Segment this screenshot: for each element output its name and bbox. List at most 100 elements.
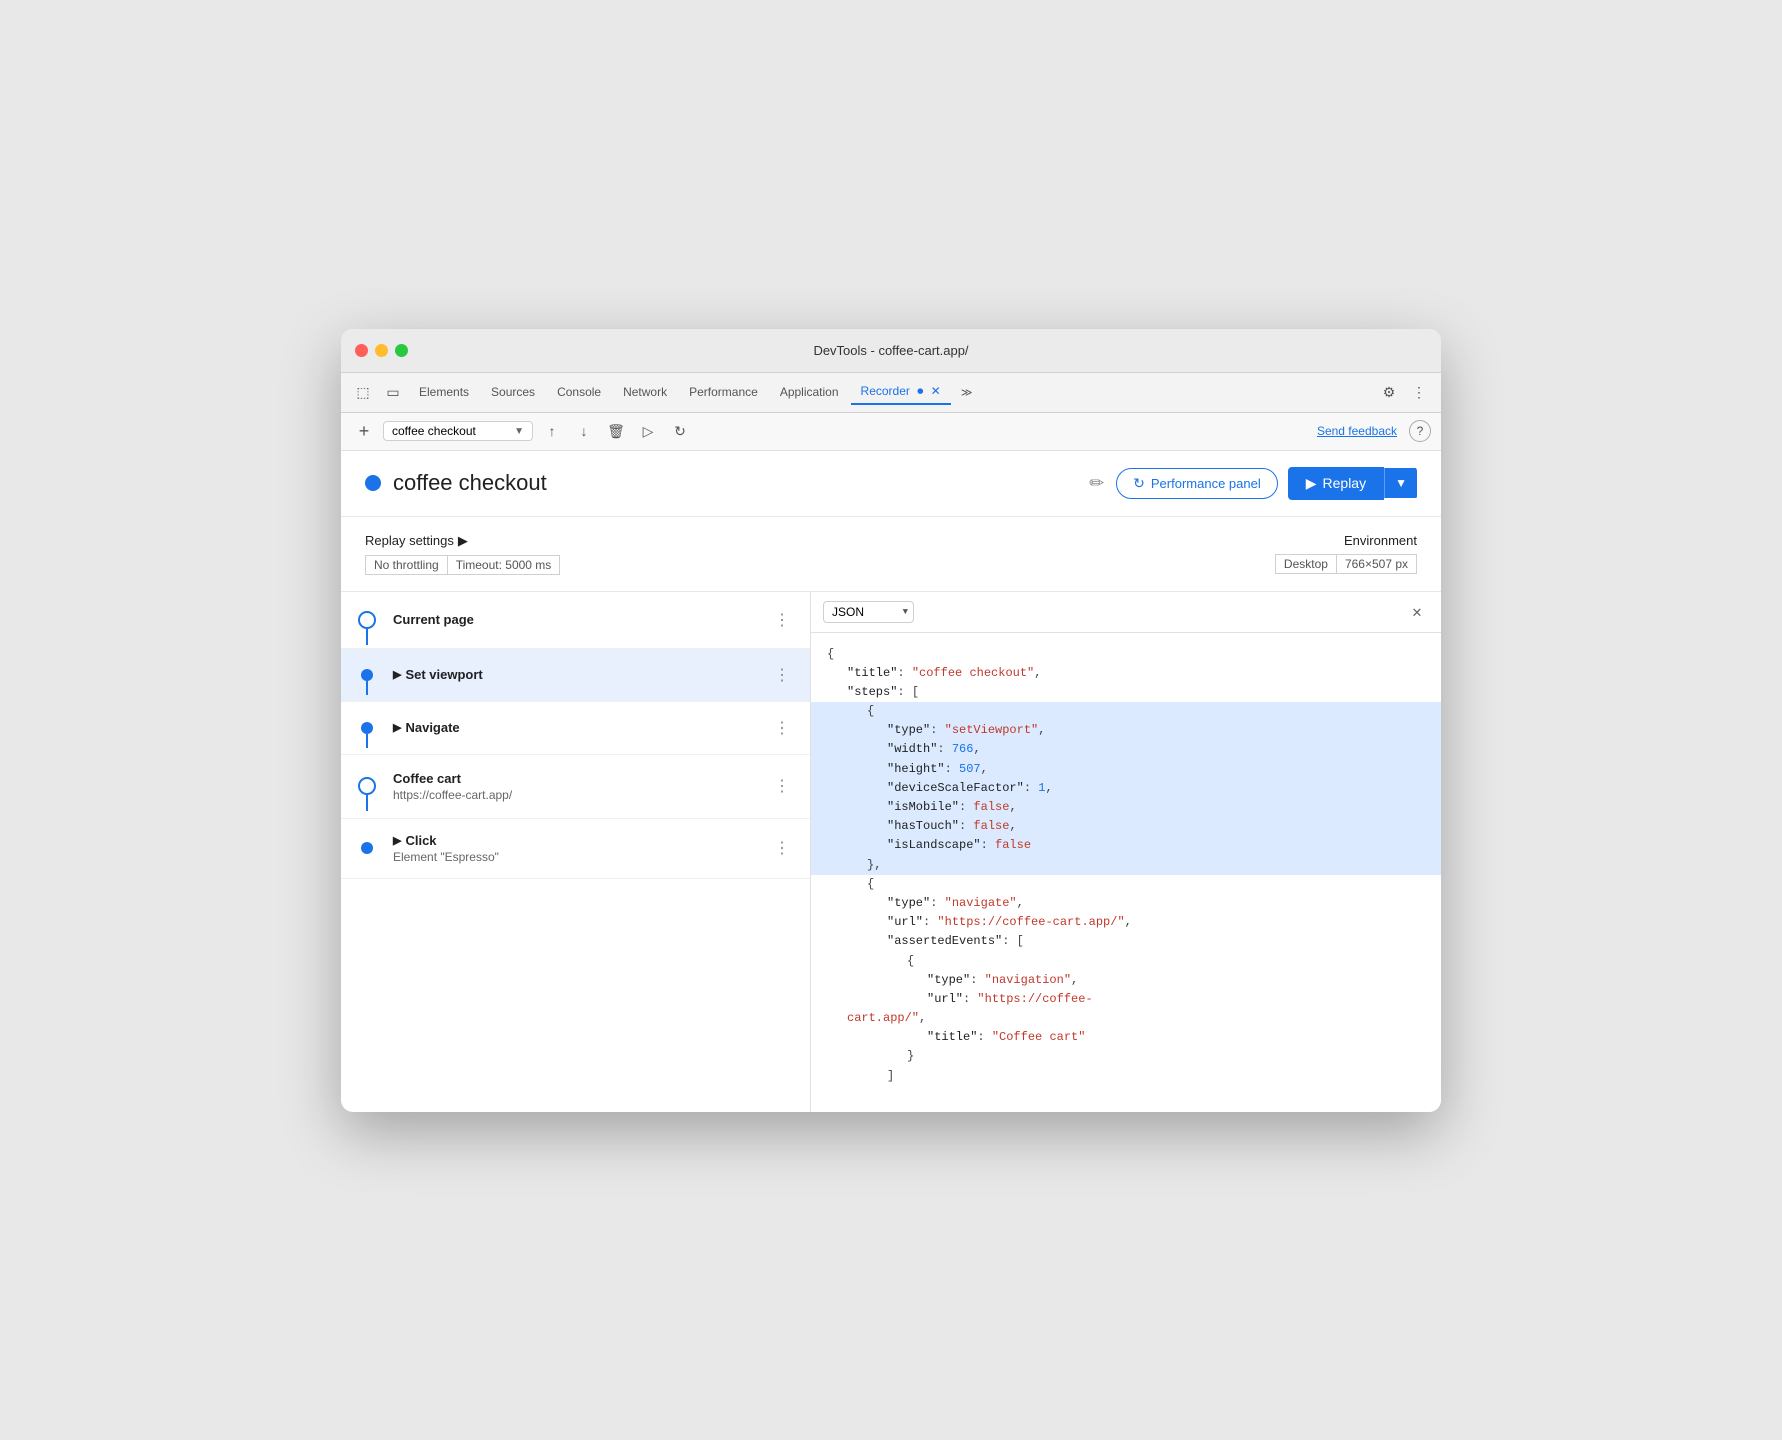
json-panel-header: JSON JavaScript ✕: [811, 592, 1441, 633]
edit-icon[interactable]: ✏: [1089, 473, 1104, 494]
step-node-click: [361, 842, 373, 854]
replay-button[interactable]: ▶ Replay: [1288, 467, 1384, 500]
device-type: Desktop: [1275, 554, 1336, 574]
json-line-open-obj2: {: [827, 875, 1425, 894]
device-icon[interactable]: ▭: [379, 378, 407, 406]
step-content-navigate: ▶ Navigate: [393, 720, 770, 735]
step-menu-set-viewport[interactable]: ⋮: [770, 663, 794, 687]
recording-status-dot: [365, 475, 381, 491]
step-coffee-cart[interactable]: Coffee cart https://coffee-cart.app/ ⋮: [341, 755, 810, 819]
step-subtitle-coffee-cart: https://coffee-cart.app/: [393, 788, 770, 802]
inspect-icon[interactable]: ⬚: [349, 378, 377, 406]
tab-recorder[interactable]: Recorder ⏺ ✕: [851, 380, 951, 405]
replay-settings: Replay settings ▶ No throttling Timeout:…: [365, 533, 1275, 575]
json-line-close-obj1: },: [827, 856, 1425, 875]
step-click-espresso[interactable]: ▶ Click Element "Espresso" ⋮: [341, 819, 810, 879]
json-line-steps-key: "steps": [: [827, 683, 1425, 702]
step-navigate[interactable]: ▶ Navigate ⋮: [341, 702, 810, 755]
tab-console[interactable]: Console: [547, 381, 611, 403]
replay-dropdown-button[interactable]: ▼: [1384, 468, 1417, 498]
step-menu-coffee-cart[interactable]: ⋮: [770, 774, 794, 798]
format-selector-wrapper: JSON JavaScript: [823, 601, 914, 623]
export-icon[interactable]: ↑: [539, 418, 565, 444]
recording-header: coffee checkout ✏ ↻ Performance panel ▶ …: [341, 451, 1441, 517]
step-menu-current-page[interactable]: ⋮: [770, 608, 794, 632]
json-line-dsf: "deviceScaleFactor": 1,: [827, 779, 1425, 798]
devtools-window: DevTools - coffee-cart.app/ ⬚ ▭ Elements…: [341, 329, 1441, 1112]
json-content: { "title": "coffee checkout", "steps": […: [811, 633, 1441, 1112]
performance-icon: ↻: [1133, 475, 1145, 492]
main-content: Current page ⋮ ▶ Set viewport ⋮: [341, 592, 1441, 1112]
title-bar: DevTools - coffee-cart.app/: [341, 329, 1441, 373]
json-line-close-arr: ]: [827, 1067, 1425, 1086]
json-line-title-key: "title": "coffee checkout",: [827, 664, 1425, 683]
expand-step-icon: ▶: [393, 668, 401, 681]
step-menu-click[interactable]: ⋮: [770, 836, 794, 860]
play-icon[interactable]: ▷: [635, 418, 661, 444]
more-tabs-icon[interactable]: ≫: [953, 378, 981, 406]
replay-button-group: ▶ Replay ▼: [1288, 467, 1417, 500]
replay-settings-title[interactable]: Replay settings ▶: [365, 533, 1275, 549]
step-content-set-viewport: ▶ Set viewport: [393, 667, 770, 682]
step-subtitle-click: Element "Espresso": [393, 850, 770, 864]
help-button[interactable]: ?: [1409, 420, 1431, 442]
step-title-navigate: ▶ Navigate: [393, 720, 770, 735]
throttling-value: No throttling: [365, 555, 447, 575]
step-node-set-viewport: [361, 669, 373, 681]
add-recording-button[interactable]: +: [351, 418, 377, 444]
recorder-icon: ⏺: [917, 384, 923, 398]
tab-sources[interactable]: Sources: [481, 381, 545, 403]
import-icon[interactable]: ↓: [571, 418, 597, 444]
step-menu-navigate[interactable]: ⋮: [770, 716, 794, 740]
tab-network[interactable]: Network: [613, 381, 677, 403]
refresh-icon[interactable]: ↻: [667, 418, 693, 444]
tab-performance[interactable]: Performance: [679, 381, 768, 403]
step-connector-3: [366, 734, 368, 748]
chevron-down-icon: ▼: [514, 426, 524, 437]
settings-icon[interactable]: ⚙: [1375, 378, 1403, 406]
settings-details: No throttling Timeout: 5000 ms: [365, 555, 1275, 575]
json-panel: JSON JavaScript ✕ { "title": "coffee che…: [811, 592, 1441, 1112]
minimize-button[interactable]: [375, 344, 388, 357]
json-panel-close-button[interactable]: ✕: [1405, 600, 1429, 624]
step-node-coffee-cart: [358, 777, 376, 795]
tab-elements[interactable]: Elements: [409, 381, 479, 403]
json-line-type-sv: "type": "setViewport",: [827, 721, 1425, 740]
maximize-button[interactable]: [395, 344, 408, 357]
expand-click-icon: ▶: [393, 834, 401, 847]
performance-panel-button[interactable]: ↻ Performance panel: [1116, 468, 1278, 499]
recorder-toolbar: + coffee checkout ▼ ↑ ↓ 🗑 ▷ ↻ Send feedb…: [341, 413, 1441, 451]
timeout-value: Timeout: 5000 ms: [447, 555, 561, 575]
play-triangle-icon: ▶: [1306, 475, 1317, 492]
send-feedback-link[interactable]: Send feedback: [1317, 424, 1397, 438]
json-line-open-brace: {: [827, 645, 1425, 664]
json-line-ev-title: "title": "Coffee cart": [827, 1028, 1425, 1047]
tab-application[interactable]: Application: [770, 381, 849, 403]
close-button[interactable]: [355, 344, 368, 357]
environment-details: Desktop 766×507 px: [1275, 554, 1417, 574]
header-action-buttons: ↻ Performance panel ▶ Replay ▼: [1116, 467, 1417, 500]
step-title-set-viewport: ▶ Set viewport: [393, 667, 770, 682]
step-title-click: ▶ Click: [393, 833, 770, 848]
format-selector[interactable]: JSON JavaScript: [823, 601, 914, 623]
step-current-page[interactable]: Current page ⋮: [341, 592, 810, 649]
delete-icon[interactable]: 🗑: [603, 418, 629, 444]
more-options-icon[interactable]: ⋮: [1405, 378, 1433, 406]
expand-icon: ▶: [458, 533, 468, 549]
json-line-type-nav: "type": "navigate",: [827, 894, 1425, 913]
step-connector: [366, 629, 368, 645]
step-node-navigate: [361, 722, 373, 734]
step-content-coffee-cart: Coffee cart https://coffee-cart.app/: [393, 771, 770, 802]
step-content-click: ▶ Click Element "Espresso": [393, 833, 770, 864]
json-line-close-ev: }: [827, 1047, 1425, 1066]
json-line-height: "height": 507,: [827, 760, 1425, 779]
json-line-open-ev: {: [827, 952, 1425, 971]
json-line-islandscape: "isLandscape": false: [827, 836, 1425, 855]
json-highlighted-block: { "type": "setViewport", "width": 766, "…: [811, 702, 1441, 875]
step-title-coffee-cart: Coffee cart: [393, 771, 770, 786]
recording-selector[interactable]: coffee checkout ▼: [383, 421, 533, 441]
step-set-viewport[interactable]: ▶ Set viewport ⋮: [341, 649, 810, 702]
traffic-lights: [355, 344, 408, 357]
close-tab-icon[interactable]: ✕: [931, 384, 941, 398]
step-title-current-page: Current page: [393, 612, 770, 627]
